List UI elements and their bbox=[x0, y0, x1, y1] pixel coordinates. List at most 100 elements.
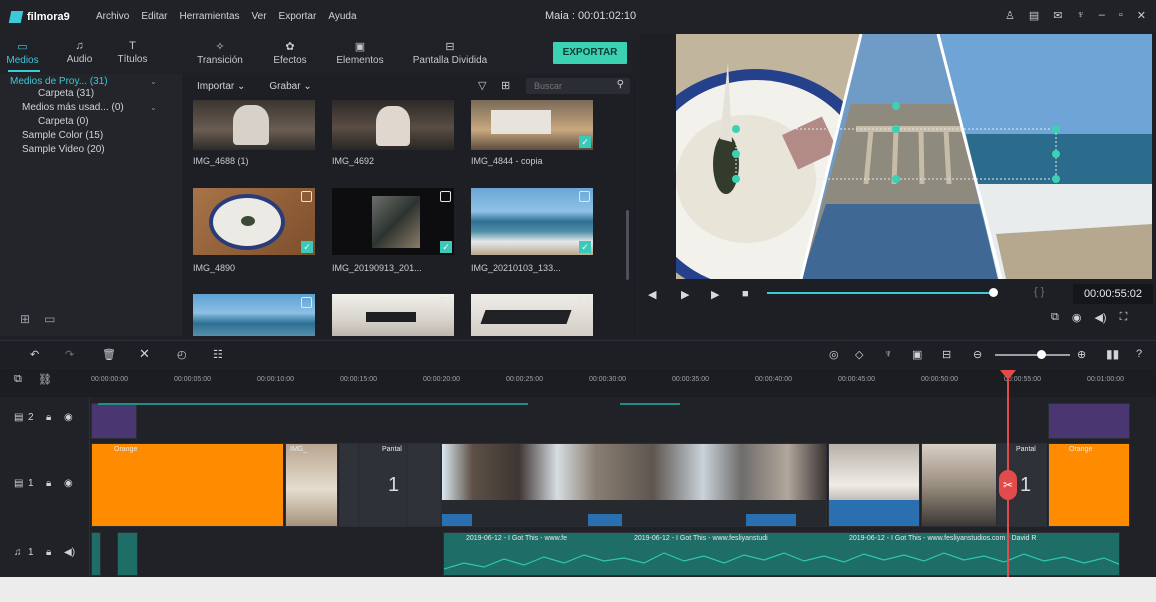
tab-efectos[interactable]: ✿ Efectos bbox=[260, 34, 320, 72]
menu-herramientas[interactable]: Herramientas bbox=[179, 11, 239, 22]
volume-icon[interactable]: ◀) bbox=[1094, 311, 1106, 324]
snapshot-icon[interactable]: ◉ bbox=[1072, 311, 1082, 324]
export-button[interactable]: EXPORTAR bbox=[553, 42, 627, 64]
zoom-in-icon[interactable]: ⊕ bbox=[1077, 348, 1086, 361]
lock-icon[interactable]: 🔒︎ bbox=[46, 478, 51, 489]
search-input[interactable] bbox=[526, 78, 606, 94]
lock-icon[interactable]: 🔒︎ bbox=[46, 547, 51, 558]
media-thumbnail[interactable]: ✓ bbox=[471, 188, 593, 255]
menu-editar[interactable]: Editar bbox=[141, 11, 167, 22]
grid-view-icon[interactable]: ⊞ bbox=[501, 79, 510, 92]
video-clip[interactable] bbox=[828, 443, 920, 527]
filter-icon[interactable]: ▽ bbox=[478, 79, 486, 92]
media-thumbnail[interactable] bbox=[471, 294, 593, 336]
voiceover-icon[interactable]: ♆ bbox=[884, 348, 892, 360]
tree-item-folder-empty[interactable]: Carpeta (0) bbox=[38, 116, 89, 127]
mark-in-out[interactable]: { } bbox=[1034, 286, 1044, 298]
media-thumbnail[interactable]: ✓ bbox=[471, 100, 593, 150]
redo-icon[interactable]: ↷ bbox=[65, 348, 74, 361]
timeline-ruler[interactable]: ⧉ ⛓ 00:00:00:00 00:00:05:00 00:00:10:00 … bbox=[0, 369, 1156, 397]
tab-pantalla-dividida[interactable]: ⊟ Pantalla Dividida bbox=[400, 34, 500, 72]
media-scrollbar[interactable] bbox=[626, 210, 629, 280]
render-icon[interactable]: ◎ bbox=[829, 348, 839, 361]
snapshot-tl-icon[interactable]: ▣ bbox=[912, 348, 922, 361]
close-icon[interactable]: ✕ bbox=[1137, 9, 1146, 22]
tab-audio[interactable]: ♫ Audio bbox=[57, 34, 102, 72]
mail-icon[interactable]: ✉ bbox=[1053, 9, 1062, 22]
playhead-handle[interactable] bbox=[1000, 370, 1016, 380]
split-scissors-icon[interactable]: ✂ bbox=[999, 470, 1017, 500]
account-icon[interactable]: ♙ bbox=[1005, 9, 1015, 22]
delete-icon[interactable]: 🗑 bbox=[102, 348, 116, 361]
color-clip-orange[interactable]: Orange bbox=[1048, 443, 1130, 527]
media-thumbnail[interactable] bbox=[193, 294, 315, 336]
import-dropdown[interactable]: Importar ⌄ bbox=[197, 81, 245, 92]
overlay-clip[interactable] bbox=[1048, 403, 1130, 439]
stop-icon[interactable]: ■ bbox=[742, 288, 749, 300]
tab-medios[interactable]: ▭ Medios bbox=[0, 34, 45, 72]
eye-icon[interactable]: ◉ bbox=[64, 478, 73, 489]
audio-clip[interactable] bbox=[91, 532, 101, 576]
color-clip-orange[interactable]: Orange bbox=[91, 443, 284, 527]
cut-icon[interactable]: ✕ bbox=[139, 346, 150, 362]
audio-clip-music[interactable]: 2019-06-12 - I Got This - www.fe 2019-06… bbox=[443, 532, 1120, 576]
transition-clip[interactable] bbox=[339, 443, 359, 527]
split-screen-tl-icon[interactable]: ⊟ bbox=[942, 348, 951, 361]
undo-icon[interactable]: ↶ bbox=[30, 348, 39, 361]
render-preview-icon[interactable]: ⧉ bbox=[1051, 311, 1059, 324]
eye-icon[interactable]: ◉ bbox=[64, 412, 73, 423]
split-screen-clip[interactable]: Pantal 1 bbox=[359, 443, 407, 527]
play-pause-icon[interactable]: ▶ bbox=[681, 288, 689, 301]
help-icon[interactable]: ? bbox=[1136, 348, 1142, 360]
menu-exportar[interactable]: Exportar bbox=[279, 11, 317, 22]
microphone-icon[interactable]: ♆ bbox=[1077, 9, 1085, 22]
chevron-down-icon[interactable]: ⌄ bbox=[150, 77, 157, 86]
search-icon[interactable]: ⚲ bbox=[617, 79, 624, 90]
minimize-icon[interactable]: – bbox=[1099, 9, 1105, 22]
save-icon[interactable]: ▤ bbox=[1029, 9, 1039, 22]
video-clip[interactable]: IMG_ bbox=[285, 443, 338, 527]
video-clip-group[interactable] bbox=[441, 443, 827, 527]
overlay-clip[interactable] bbox=[91, 403, 137, 439]
tree-item-sample-color[interactable]: Sample Color (15) bbox=[22, 130, 103, 141]
tree-item-project-media[interactable]: Medios de Proy... (31) bbox=[10, 76, 108, 87]
add-track-icon[interactable]: ⧉ bbox=[14, 373, 22, 386]
tree-item-sample-video[interactable]: Sample Video (20) bbox=[22, 144, 105, 155]
volume-icon[interactable]: ◀) bbox=[64, 547, 75, 558]
folder-icon[interactable]: ▭ bbox=[44, 312, 55, 326]
tab-titulos[interactable]: T Títulos bbox=[110, 34, 155, 72]
media-thumbnail[interactable]: ✓ bbox=[193, 188, 315, 255]
link-icon[interactable]: ⛓ bbox=[38, 373, 52, 386]
transition-clip[interactable] bbox=[407, 443, 441, 527]
menu-ver[interactable]: Ver bbox=[252, 11, 267, 22]
chevron-down-icon[interactable]: ⌄ bbox=[150, 103, 157, 112]
media-thumbnail[interactable] bbox=[332, 100, 454, 150]
audio-mixer-icon[interactable]: ☷ bbox=[213, 348, 223, 361]
tree-item-folder[interactable]: Carpeta (31) bbox=[38, 88, 94, 99]
tab-elementos[interactable]: ▣ Elementos bbox=[320, 34, 400, 72]
play-icon[interactable]: ▶ bbox=[711, 288, 719, 301]
media-thumbnail[interactable]: ✓ bbox=[332, 188, 454, 255]
previous-frame-icon[interactable]: ◀ bbox=[648, 288, 656, 301]
new-folder-icon[interactable]: ⊞ bbox=[20, 312, 30, 326]
video-clip[interactable] bbox=[921, 443, 997, 527]
progress-knob[interactable] bbox=[989, 288, 998, 297]
tab-transicion[interactable]: ✧ Transición bbox=[180, 34, 260, 72]
lock-icon[interactable]: 🔒︎ bbox=[46, 412, 51, 423]
zoom-slider[interactable] bbox=[995, 354, 1070, 356]
panel-toggle-icon[interactable]: ▮▮ bbox=[1106, 347, 1119, 361]
media-thumbnail[interactable] bbox=[332, 294, 454, 336]
media-thumbnail[interactable] bbox=[193, 100, 315, 150]
preview-progress-bar[interactable] bbox=[767, 288, 998, 297]
zoom-slider-knob[interactable] bbox=[1037, 350, 1046, 359]
record-dropdown[interactable]: Grabar ⌄ bbox=[269, 81, 311, 92]
fullscreen-icon[interactable]: ⛶ bbox=[1120, 311, 1128, 324]
marker-icon[interactable]: ◇ bbox=[855, 348, 863, 361]
menu-ayuda[interactable]: Ayuda bbox=[328, 11, 356, 22]
tree-item-most-used[interactable]: Medios más usad... (0) bbox=[22, 102, 124, 113]
audio-clip[interactable] bbox=[117, 532, 138, 576]
zoom-out-icon[interactable]: ⊖ bbox=[973, 348, 982, 361]
restore-icon[interactable]: ▫ bbox=[1119, 9, 1123, 22]
speed-icon[interactable]: ◴ bbox=[177, 348, 187, 361]
menu-archivo[interactable]: Archivo bbox=[96, 11, 129, 22]
